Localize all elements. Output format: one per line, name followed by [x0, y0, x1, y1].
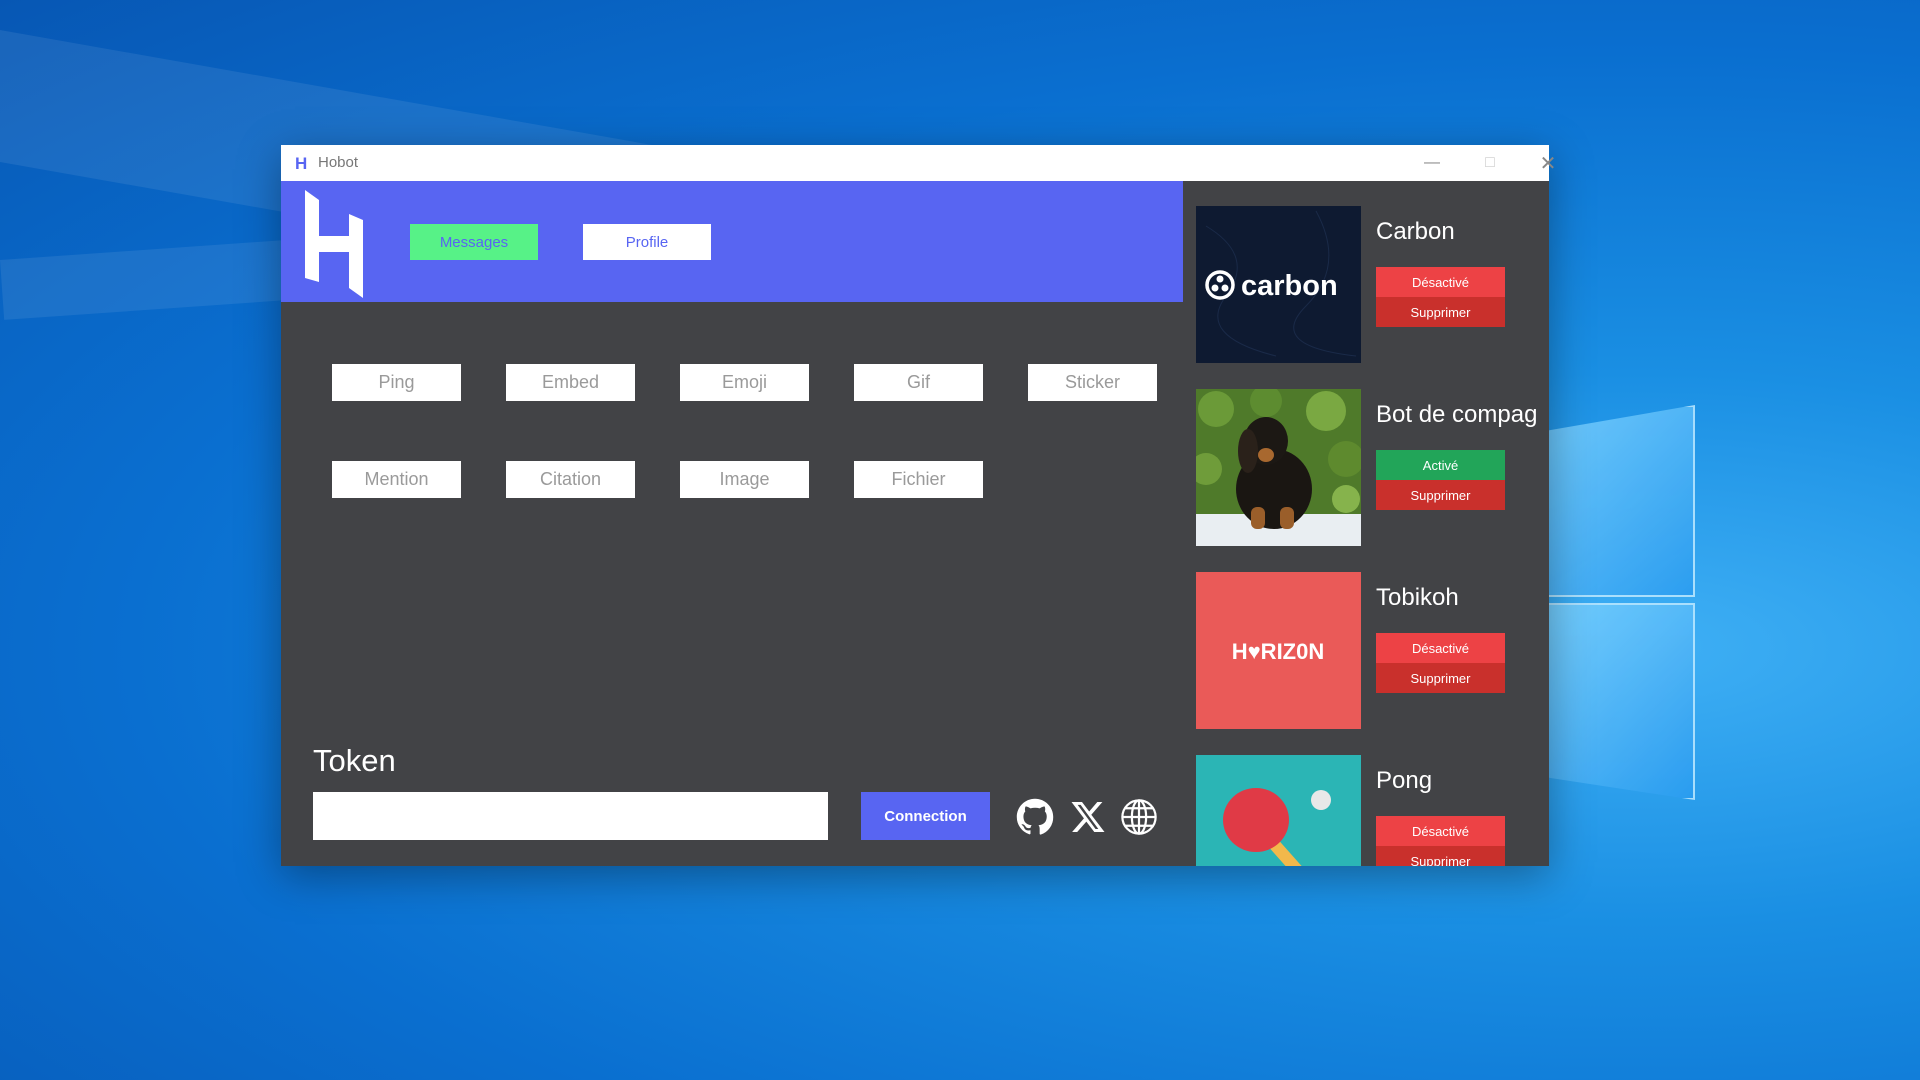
bot-avatar: H♥RIZ0N [1196, 572, 1361, 729]
bot-name: Pong [1376, 767, 1433, 794]
bot-name: Tobikoh [1376, 584, 1459, 611]
token-input[interactable] [313, 792, 828, 840]
title-bar[interactable]: H Hobot — □ ✕ [281, 145, 1556, 181]
bot-status-button[interactable]: Désactivé [1376, 267, 1505, 297]
minimize-icon[interactable]: — [1403, 145, 1461, 181]
app-icon: H [295, 154, 308, 173]
bot-avatar: carbon [1196, 206, 1361, 363]
mention-button[interactable]: Mention [332, 461, 461, 498]
bot-card: H♥RIZ0N Tobikoh Désactivé Supprimer [1196, 572, 1526, 732]
image-button[interactable]: Image [680, 461, 809, 498]
bot-card: Pong Désactivé Supprimer [1196, 755, 1526, 866]
bot-status-button[interactable]: Désactivé [1376, 633, 1505, 663]
token-label: Token [313, 743, 396, 778]
messages-tab-button[interactable]: Messages [410, 224, 538, 260]
windows-logo [1540, 405, 1695, 800]
embed-button[interactable]: Embed [506, 364, 635, 401]
app-window: H Hobot — □ ✕ Messages Profile Ping Embe… [281, 145, 1556, 866]
window-title: Hobot [318, 154, 359, 171]
hobot-logo [305, 190, 363, 298]
bot-delete-button[interactable]: Supprimer [1376, 480, 1505, 510]
bot-card: carbon Carbon Désactivé Supprimer [1196, 206, 1526, 366]
top-header: Messages Profile [281, 181, 1183, 302]
horizon-logo-text: H♥RIZ0N [1232, 639, 1325, 664]
maximize-icon[interactable]: □ [1461, 145, 1519, 181]
bot-avatar [1196, 755, 1361, 866]
bot-status-button[interactable]: Désactivé [1376, 816, 1505, 846]
bot-delete-button[interactable]: Supprimer [1376, 663, 1505, 693]
fichier-button[interactable]: Fichier [854, 461, 983, 498]
close-icon[interactable]: ✕ [1519, 145, 1577, 181]
bot-card: Bot de compag Activé Supprimer [1196, 389, 1537, 549]
profile-tab-button[interactable]: Profile [583, 224, 711, 260]
carbon-logo-text: carbon [1241, 270, 1338, 302]
github-icon[interactable] [1015, 797, 1055, 837]
bots-sidebar[interactable]: carbon Carbon Désactivé Supprimer Bot de… [1183, 181, 1549, 866]
emoji-button[interactable]: Emoji [680, 364, 809, 401]
bot-name: Carbon [1376, 218, 1455, 245]
connection-button[interactable]: Connection [861, 792, 990, 840]
bot-delete-button[interactable]: Supprimer [1376, 846, 1505, 866]
ping-button[interactable]: Ping [332, 364, 461, 401]
gif-button[interactable]: Gif [854, 364, 983, 401]
globe-icon[interactable] [1119, 797, 1159, 837]
x-icon[interactable] [1068, 797, 1108, 837]
bot-name: Bot de compag [1376, 401, 1538, 428]
bot-delete-button[interactable]: Supprimer [1376, 297, 1505, 327]
citation-button[interactable]: Citation [506, 461, 635, 498]
bot-status-button[interactable]: Activé [1376, 450, 1505, 480]
bot-avatar [1196, 389, 1361, 546]
sticker-button[interactable]: Sticker [1028, 364, 1157, 401]
